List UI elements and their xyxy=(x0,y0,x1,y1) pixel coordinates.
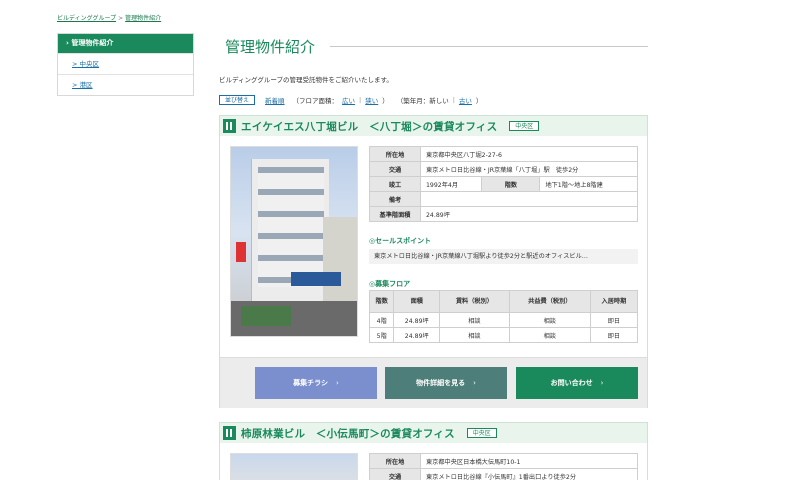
flyer-button-label: 募集チラシ xyxy=(293,379,329,387)
property-header: 柿原林業ビル ＜小伝馬町＞の賃貸オフィス 中央区 xyxy=(220,423,647,443)
action-bar: 募集チラシ › 物件詳細を見る › お問い合わせ › xyxy=(220,357,647,408)
floor-cell: 5階 xyxy=(368,327,395,343)
sort-built-old-link[interactable]: 古い xyxy=(459,95,472,105)
table-row: 4階 24.89坪 相談 相談 即日 xyxy=(368,312,639,328)
move-in-cell: 即日 xyxy=(589,312,639,328)
built-value: 1992年4月 xyxy=(419,176,483,192)
page-title: 管理物件紹介 xyxy=(225,38,316,56)
page-intro: ビルディンググループの管理受託物件をご紹介いたします。 xyxy=(219,76,393,84)
std-area-value: 24.89坪 xyxy=(420,206,638,222)
property-card: エイケイエス八丁堀ビル ＜八丁堀＞の賃貸オフィス 中央区 所在地 東京都中央区八… xyxy=(219,115,648,408)
area-cell: 24.89坪 xyxy=(393,312,441,328)
sort-floor-narrow-link[interactable]: 狭い xyxy=(365,95,378,105)
sort-floor-wide-link[interactable]: 広い xyxy=(342,95,355,105)
built-date-label: （築年月：新しい xyxy=(396,97,449,105)
property-card: 柿原林業ビル ＜小伝馬町＞の賃貸オフィス 中央区 所在地 東京都中央区日本橋大伝… xyxy=(219,422,648,480)
rent-col-header: 賃料（税別） xyxy=(439,290,510,313)
sales-point-text: 東京メトロ日比谷線・JR京葉線八丁堀駅より徒歩2分と駅近のオフィスビル… xyxy=(369,249,638,264)
contact-button-label: お問い合わせ xyxy=(550,379,593,387)
sales-point-title: セールスポイント xyxy=(369,236,431,246)
detail-button[interactable]: 物件詳細を見る › xyxy=(385,367,507,399)
floor-area-close: ） xyxy=(382,97,389,105)
breadcrumb-separator: > xyxy=(118,15,124,22)
move-in-cell: 即日 xyxy=(589,327,639,343)
property-title[interactable]: 柿原林業ビル ＜小伝馬町＞の賃貸オフィス xyxy=(241,426,455,441)
access-value: 東京メトロ日比谷線『小伝馬町』1番出口より徒歩2分 xyxy=(420,468,638,480)
fee-col-header: 共益費（税別） xyxy=(508,290,591,313)
chevron-right-icon: › xyxy=(336,379,339,387)
sidebar-item-chuo[interactable]: > 中央区 xyxy=(58,53,193,74)
area-badge: 中央区 xyxy=(509,121,540,131)
vacant-floor-title: 募集フロア xyxy=(369,279,410,289)
floors-label: 階数 xyxy=(481,176,541,192)
flyer-button[interactable]: 募集チラシ › xyxy=(255,367,377,399)
property-title[interactable]: エイケイエス八丁堀ビル ＜八丁堀＞の賃貸オフィス xyxy=(241,119,497,134)
floor-area-label: （フロア面積： xyxy=(292,97,339,105)
sort-newest-link[interactable]: 新着順 xyxy=(265,95,285,105)
fee-cell: 相談 xyxy=(508,327,591,343)
table-row: 5階 24.89坪 相談 相談 即日 xyxy=(368,327,639,343)
property-info-table: 所在地 東京都中央区日本橋大伝馬町10-1 交通 東京メトロ日比谷線『小伝馬町』… xyxy=(369,453,638,480)
access-label: 交通 xyxy=(369,161,421,177)
sidebar-heading[interactable]: › 管理物件紹介 xyxy=(58,34,193,53)
fee-cell: 相談 xyxy=(508,312,591,328)
floors-value: 地下1階～地上8階建 xyxy=(539,176,638,192)
note-label: 備考 xyxy=(369,191,421,207)
move-in-col-header: 入居時期 xyxy=(589,290,639,313)
address-label: 所在地 xyxy=(369,453,421,469)
area-cell: 24.89坪 xyxy=(393,327,441,343)
address-value: 東京都中央区八丁堀2-27-6 xyxy=(420,146,638,162)
rent-cell: 相談 xyxy=(439,312,510,328)
note-value xyxy=(420,191,638,207)
access-label: 交通 xyxy=(369,468,421,480)
property-header: エイケイエス八丁堀ビル ＜八丁堀＞の賃貸オフィス 中央区 xyxy=(220,116,647,136)
title-divider xyxy=(330,46,648,47)
floor-cell: 4階 xyxy=(368,312,395,328)
chevron-right-icon: › xyxy=(600,379,604,387)
floor-col-header: 階数 xyxy=(368,290,395,313)
vacant-floor-table: 階数 面積 賃料（税別） 共益費（税別） 入居時期 4階 24.89坪 相談 相… xyxy=(368,290,639,343)
property-photo[interactable] xyxy=(230,453,358,480)
area-col-header: 面積 xyxy=(393,290,441,313)
contact-button[interactable]: お問い合わせ › xyxy=(516,367,638,399)
access-value: 東京メトロ日比谷線・JR京葉線「八丁堀」駅 徒歩2分 xyxy=(420,161,638,177)
building-icon xyxy=(223,426,236,440)
floor-sort-separator: | xyxy=(359,96,362,104)
address-label: 所在地 xyxy=(369,146,421,162)
built-date-close: ） xyxy=(475,97,483,105)
sort-button[interactable]: 並び替え xyxy=(219,95,256,105)
detail-button-label: 物件詳細を見る xyxy=(416,379,466,387)
property-info-table: 所在地 東京都中央区八丁堀2-27-6 交通 東京メトロ日比谷線・JR京葉線「八… xyxy=(369,146,638,222)
breadcrumb: ビルディンググループ > 管理物件紹介 xyxy=(57,13,161,22)
breadcrumb-home-link[interactable]: ビルディンググループ xyxy=(57,15,116,22)
rent-cell: 相談 xyxy=(439,327,510,343)
std-area-label: 基準階面積 xyxy=(369,206,421,222)
chevron-right-icon: › xyxy=(473,379,476,387)
built-sort-separator: | xyxy=(452,96,455,104)
breadcrumb-current[interactable]: 管理物件紹介 xyxy=(125,15,161,22)
built-label: 竣工 xyxy=(369,176,421,192)
sort-bar: 並び替え 新着順 （フロア面積： 広い | 狭い ） （築年月：新しい | 古い… xyxy=(219,95,482,105)
area-badge: 中央区 xyxy=(466,428,497,438)
sidebar: › 管理物件紹介 > 中央区 > 港区 xyxy=(57,33,194,96)
building-icon xyxy=(223,119,236,133)
address-value: 東京都中央区日本橋大伝馬町10-1 xyxy=(420,453,638,469)
sidebar-item-minato[interactable]: > 港区 xyxy=(58,74,193,95)
property-photo[interactable] xyxy=(230,146,358,337)
